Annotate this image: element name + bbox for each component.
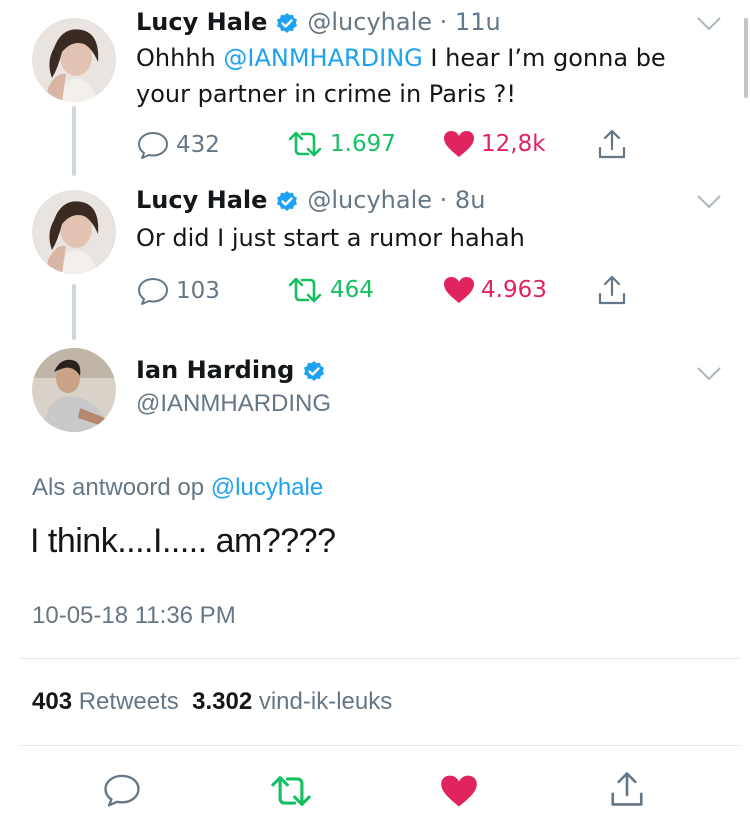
- retweet-stat[interactable]: 403 Retweets: [32, 688, 179, 715]
- like-label: vind-ik-leuks: [258, 688, 393, 715]
- author-name[interactable]: Lucy Hale: [136, 186, 267, 214]
- thread-line: [72, 284, 76, 340]
- tweet-time[interactable]: 8u: [455, 186, 485, 214]
- avatar-lucy-hale[interactable]: [32, 190, 116, 274]
- time-separator: ·: [432, 8, 455, 36]
- chevron-down-icon[interactable]: [696, 16, 722, 32]
- avatar-ian-harding[interactable]: [32, 348, 116, 432]
- like-stat[interactable]: 3.302 vind-ik-leuks: [192, 688, 392, 715]
- verified-icon: [277, 190, 298, 211]
- share-icon[interactable]: [596, 128, 628, 160]
- heart-icon[interactable]: [440, 774, 478, 808]
- verified-icon: [277, 12, 298, 33]
- retweet-count: 1.697: [330, 131, 396, 157]
- divider: [20, 745, 740, 746]
- retweet-icon: [288, 277, 322, 303]
- reply-action[interactable]: 432: [136, 130, 220, 160]
- retweet-icon: [288, 131, 322, 157]
- divider: [20, 658, 740, 659]
- like-action[interactable]: 12,8k: [443, 130, 546, 158]
- reply-icon[interactable]: [102, 772, 142, 808]
- time-separator: ·: [432, 186, 455, 214]
- author-name[interactable]: Ian Harding: [136, 356, 294, 384]
- reply-prefix: Als antwoord op: [32, 474, 205, 501]
- reply-icon: [138, 132, 168, 159]
- scrollbar[interactable]: [744, 18, 748, 98]
- like-action[interactable]: 4.963: [443, 276, 547, 304]
- author-name[interactable]: Lucy Hale: [136, 8, 267, 36]
- chevron-down-icon[interactable]: [696, 194, 722, 210]
- retweet-action[interactable]: 464: [286, 276, 374, 304]
- retweet-icon[interactable]: [268, 774, 314, 808]
- tweet-timestamp[interactable]: 10-05-18 11:36 PM: [32, 602, 236, 630]
- main-tweet-text: I think....I..... am????: [30, 522, 336, 560]
- chevron-down-icon[interactable]: [696, 366, 722, 382]
- retweet-count: 464: [330, 277, 374, 303]
- retweet-total: 403: [32, 688, 73, 715]
- avatar-lucy-hale[interactable]: [32, 18, 116, 102]
- tweet-text: Ohhhh @IANMHARDING I hear I’m gonna be y…: [136, 44, 666, 108]
- reply-count: 432: [176, 132, 220, 158]
- retweet-label: Retweets: [78, 688, 179, 715]
- share-icon[interactable]: [608, 770, 646, 808]
- reply-context: Als antwoord op @lucyhale: [32, 474, 323, 502]
- reply-count: 103: [176, 278, 220, 304]
- reply-to-link[interactable]: @lucyhale: [211, 474, 323, 501]
- mention-link[interactable]: @IANMHARDING: [223, 44, 422, 72]
- like-total: 3.302: [192, 688, 253, 715]
- heart-icon: [444, 277, 474, 303]
- reply-action[interactable]: 103: [136, 276, 220, 306]
- author-handle[interactable]: @lucyhale: [307, 186, 432, 214]
- engagement-stats: 403 Retweets 3.302 vind-ik-leuks: [32, 688, 392, 716]
- like-count: 4.963: [481, 277, 547, 303]
- author-handle[interactable]: @lucyhale: [307, 8, 432, 36]
- verified-icon: [304, 360, 325, 381]
- like-count: 12,8k: [481, 131, 546, 157]
- tweet-time[interactable]: 11u: [455, 8, 501, 36]
- reply-icon: [138, 278, 168, 305]
- share-icon[interactable]: [596, 274, 628, 306]
- heart-icon: [444, 131, 474, 157]
- author-handle[interactable]: @IANMHARDING: [136, 390, 331, 418]
- thread-line: [72, 106, 76, 176]
- tweet-text: Or did I just start a rumor hahah: [136, 224, 525, 252]
- retweet-action[interactable]: 1.697: [286, 130, 396, 158]
